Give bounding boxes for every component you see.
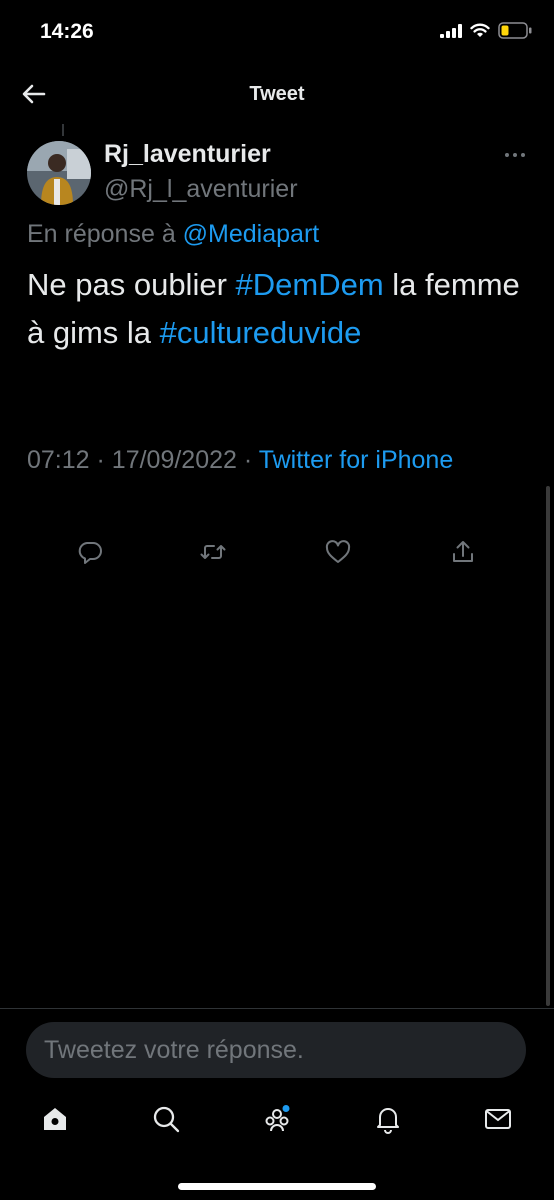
battery-icon — [498, 22, 532, 44]
author-handle[interactable]: @Rj_l_aventurier — [104, 175, 298, 204]
reply-context: En réponse à @Mediapart — [27, 220, 319, 249]
like-icon — [325, 540, 351, 563]
status-time: 14:26 — [40, 20, 94, 43]
more-icon — [505, 153, 525, 157]
reply-icon — [78, 542, 102, 564]
home-indicator — [178, 1183, 376, 1190]
signal-icon — [440, 23, 462, 43]
tab-search[interactable] — [151, 1104, 185, 1138]
share-button[interactable] — [449, 538, 479, 568]
hashtag-link[interactable]: #DemDem — [236, 267, 384, 302]
notifications-icon — [377, 1108, 399, 1134]
tweet-date: 17/09/2022 — [111, 446, 237, 474]
author-name[interactable]: Rj_laventurier — [104, 140, 271, 169]
share-icon — [453, 541, 473, 562]
messages-icon — [485, 1109, 511, 1129]
home-icon — [44, 1108, 66, 1130]
tab-home[interactable] — [40, 1104, 74, 1138]
bottom-tab-bar — [0, 1090, 554, 1160]
status-bar: 14:26 — [0, 0, 554, 66]
reply-input[interactable] — [26, 1022, 514, 1078]
tweet-text: Ne pas oublier #DemDem la femme à gims l… — [27, 261, 527, 357]
retweet-button[interactable] — [199, 538, 229, 568]
tab-notifications[interactable] — [373, 1104, 407, 1138]
meta-separator: · — [96, 446, 105, 474]
header: Tweet — [0, 66, 554, 124]
tweet-text-part: Ne pas oublier — [27, 267, 236, 302]
like-button[interactable] — [324, 538, 354, 568]
reply-composer[interactable] — [26, 1022, 526, 1078]
reply-prefix: En réponse à — [27, 220, 176, 248]
scrollbar[interactable] — [546, 486, 550, 1006]
search-icon — [153, 1106, 180, 1133]
reply-mention-link[interactable]: @Mediapart — [183, 220, 320, 248]
tweet-time: 07:12 — [27, 446, 90, 474]
tab-messages[interactable] — [483, 1104, 517, 1138]
thread-line — [62, 124, 64, 136]
tab-communities[interactable] — [262, 1104, 296, 1138]
meta-separator: · — [243, 446, 253, 474]
tweet-meta: 07:12 · 17/09/2022 · Twitter for iPhone — [27, 441, 507, 479]
divider — [0, 1008, 554, 1009]
avatar[interactable] — [27, 141, 91, 205]
wifi-icon — [470, 23, 490, 43]
page-title: Tweet — [249, 83, 305, 105]
status-icons — [440, 22, 532, 44]
reply-button[interactable] — [76, 538, 106, 568]
retweet-icon — [200, 545, 226, 559]
tweet-source-link[interactable]: Twitter for iPhone — [259, 446, 454, 474]
communities-icon — [265, 1105, 290, 1132]
screen: 14:26 Tweet Rj_laventurier @Rj_l_aventur… — [0, 0, 554, 1200]
tweet-actions — [0, 538, 554, 572]
more-options-button[interactable] — [503, 148, 527, 162]
hashtag-link[interactable]: #cultureduvide — [160, 315, 362, 350]
